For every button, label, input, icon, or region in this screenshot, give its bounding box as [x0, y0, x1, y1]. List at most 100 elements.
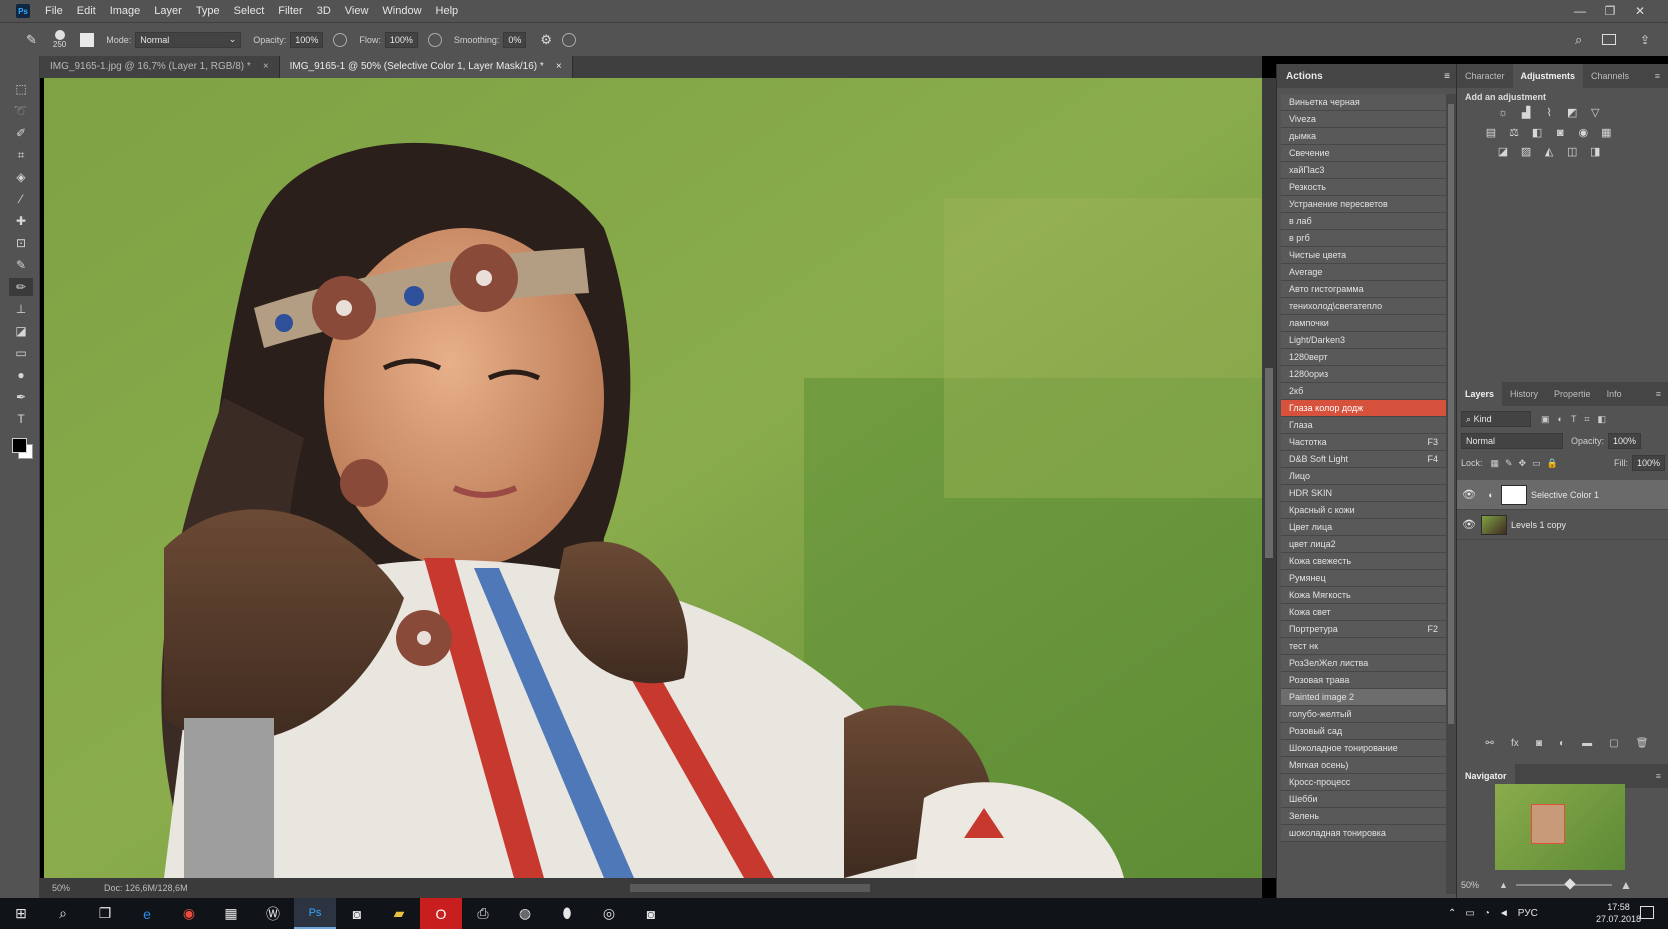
layer-filter-icons[interactable]: ▣◐T⌗◧	[1541, 414, 1614, 425]
healing-brush-tool-icon[interactable]: ✚	[9, 212, 33, 230]
invert-icon[interactable]: ◪	[1496, 145, 1510, 158]
menu-layer[interactable]: Layer	[147, 0, 189, 22]
folder-icon[interactable]: ▬	[1582, 738, 1592, 756]
blend-mode-select[interactable]: Normal	[1461, 433, 1563, 449]
capture-app-icon[interactable]: ◙	[630, 898, 672, 929]
zoom-in-icon[interactable]: ▲	[1620, 878, 1632, 892]
frame-tool-icon[interactable]: ◈	[9, 168, 33, 186]
menu-edit[interactable]: Edit	[70, 0, 103, 22]
zoom-out-icon[interactable]: ▲	[1499, 880, 1508, 890]
menu-view[interactable]: View	[338, 0, 376, 22]
layer-name[interactable]: Levels 1 copy	[1511, 520, 1566, 530]
airbrush-icon[interactable]	[427, 32, 442, 47]
eraser-tool-icon[interactable]: ◪	[9, 322, 33, 340]
menu-filter[interactable]: Filter	[271, 0, 309, 22]
share-icon[interactable]: ⇪	[1640, 33, 1650, 47]
search-icon[interactable]: ⌕	[42, 898, 84, 929]
close-button[interactable]: ✕	[1625, 0, 1655, 22]
tab-adjustments[interactable]: Adjustments	[1512, 64, 1584, 88]
trash-icon[interactable]: 🗑	[1636, 738, 1649, 756]
patch-tool-icon[interactable]: ⊡	[9, 234, 33, 252]
clock[interactable]: 17:58 27.07.2018	[1596, 901, 1641, 925]
posterize-icon[interactable]: ▨	[1519, 145, 1533, 158]
tab-info[interactable]: Info	[1599, 382, 1630, 406]
pressure-opacity-icon[interactable]	[333, 32, 348, 47]
zoom-slider-handle[interactable]	[1564, 878, 1576, 890]
action-item[interactable]: хайПас3	[1281, 162, 1446, 179]
brush-tool-active-icon[interactable]: ✏	[9, 278, 33, 296]
dodge-tool-icon[interactable]: ●	[9, 366, 33, 384]
layer-name[interactable]: Selective Color 1	[1531, 490, 1599, 500]
mode-select[interactable]: Normal ⌄	[135, 31, 242, 48]
close-icon[interactable]: ×	[263, 56, 269, 78]
store-icon[interactable]: ▦	[210, 898, 252, 929]
mask-icon[interactable]: ◙	[1536, 738, 1542, 756]
new-layer-icon[interactable]: ▢	[1609, 738, 1618, 756]
quick-selection-tool-icon[interactable]: ✐	[9, 124, 33, 142]
zoom-slider[interactable]	[1515, 878, 1612, 890]
action-item[interactable]: 1280ориз	[1281, 366, 1446, 383]
adjustment-icon[interactable]: ◐	[1559, 738, 1565, 756]
flow-field[interactable]: 100%	[384, 31, 418, 48]
opacity-field[interactable]: 100%	[290, 31, 324, 48]
maps-pin-icon[interactable]: ⬮	[546, 898, 588, 929]
windows-start-icon[interactable]: ⊞	[0, 898, 42, 929]
layer-row-levels-copy[interactable]: 👁 Levels 1 copy	[1457, 510, 1668, 540]
black-white-icon[interactable]: ◧	[1530, 126, 1544, 139]
language-indicator[interactable]: РУС	[1518, 908, 1538, 919]
tab-history[interactable]: History	[1502, 382, 1546, 406]
edge-icon[interactable]: e	[126, 898, 168, 929]
lasso-tool-icon[interactable]: ➰	[9, 102, 33, 120]
menu-help[interactable]: Help	[429, 0, 466, 22]
panel-menu-icon[interactable]: ≡	[1648, 382, 1668, 406]
action-item[interactable]: Розовая трава	[1281, 672, 1446, 689]
layer-mask-thumbnail[interactable]	[1501, 484, 1527, 505]
action-item[interactable]: тенихолод\светатепло	[1281, 298, 1446, 315]
menu-image[interactable]: Image	[103, 0, 148, 22]
action-item[interactable]: 2кб	[1281, 383, 1446, 400]
link-icon[interactable]: ⚯	[1486, 738, 1494, 756]
crop-tool-icon[interactable]: ⌗	[9, 146, 33, 164]
eye-icon[interactable]: 👁	[1457, 488, 1481, 501]
action-item[interactable]: дымка	[1281, 128, 1446, 145]
menu-file[interactable]: File	[38, 0, 70, 22]
action-item[interactable]: Кожа Мягкость	[1281, 587, 1446, 604]
task-view-icon[interactable]: ❐	[84, 898, 126, 929]
workspace-icon[interactable]	[1602, 34, 1616, 45]
lock-icons[interactable]: ▦✎✥▭🔒	[1491, 458, 1564, 469]
scroll-thumb[interactable]	[1265, 368, 1273, 558]
action-item[interactable]: Кросс-процесс	[1281, 774, 1446, 791]
brightness-icon[interactable]: ☼	[1496, 107, 1510, 120]
action-item[interactable]: тест нк	[1281, 638, 1446, 655]
levels-icon[interactable]: ▟	[1519, 106, 1533, 119]
zoom-level[interactable]: 50%	[52, 883, 70, 893]
volume-icon[interactable]: ◄	[1499, 908, 1509, 919]
chevron-up-icon[interactable]: ⌃	[1448, 908, 1456, 919]
action-item[interactable]: Виньетка черная	[1281, 94, 1446, 111]
curves-icon[interactable]: ⌇	[1542, 106, 1556, 119]
photoshop-taskbar-icon[interactable]: Ps	[294, 898, 336, 929]
action-item[interactable]: Цвет лица	[1281, 519, 1446, 536]
action-item[interactable]: Шебби	[1281, 791, 1446, 808]
printer-icon[interactable]: ⎙	[462, 898, 504, 929]
menu-type[interactable]: Type	[189, 0, 227, 22]
selective-color-icon[interactable]: ◨	[1588, 145, 1602, 158]
navigator-preview[interactable]	[1495, 784, 1625, 870]
tab-character[interactable]: Character	[1457, 64, 1513, 88]
gradient-tool-icon[interactable]: ▭	[9, 344, 33, 362]
kind-filter-select[interactable]: ⌕ Kind	[1461, 411, 1531, 427]
exposure-icon[interactable]: ◩	[1565, 106, 1579, 119]
action-item[interactable]: D&B Soft Light F4	[1281, 451, 1446, 468]
restore-button[interactable]: ❐	[1595, 0, 1625, 22]
smoothing-field[interactable]: 0%	[503, 31, 527, 48]
eyedropper-tool-icon[interactable]: ⁄	[9, 190, 33, 208]
action-item[interactable]: Устранение пересветов	[1281, 196, 1446, 213]
actions-title[interactable]: Actions	[1286, 71, 1323, 82]
menu-3d[interactable]: 3D	[310, 0, 338, 22]
brush-tool-icon[interactable]: ✎	[26, 32, 37, 48]
clone-stamp-tool-icon[interactable]: ⊥	[9, 300, 33, 318]
globe-icon[interactable]: ◍	[504, 898, 546, 929]
action-item[interactable]: Зелень	[1281, 808, 1446, 825]
action-item[interactable]: Чистые цвета	[1281, 247, 1446, 264]
marquee-tool-icon[interactable]: ⬚	[9, 80, 33, 98]
